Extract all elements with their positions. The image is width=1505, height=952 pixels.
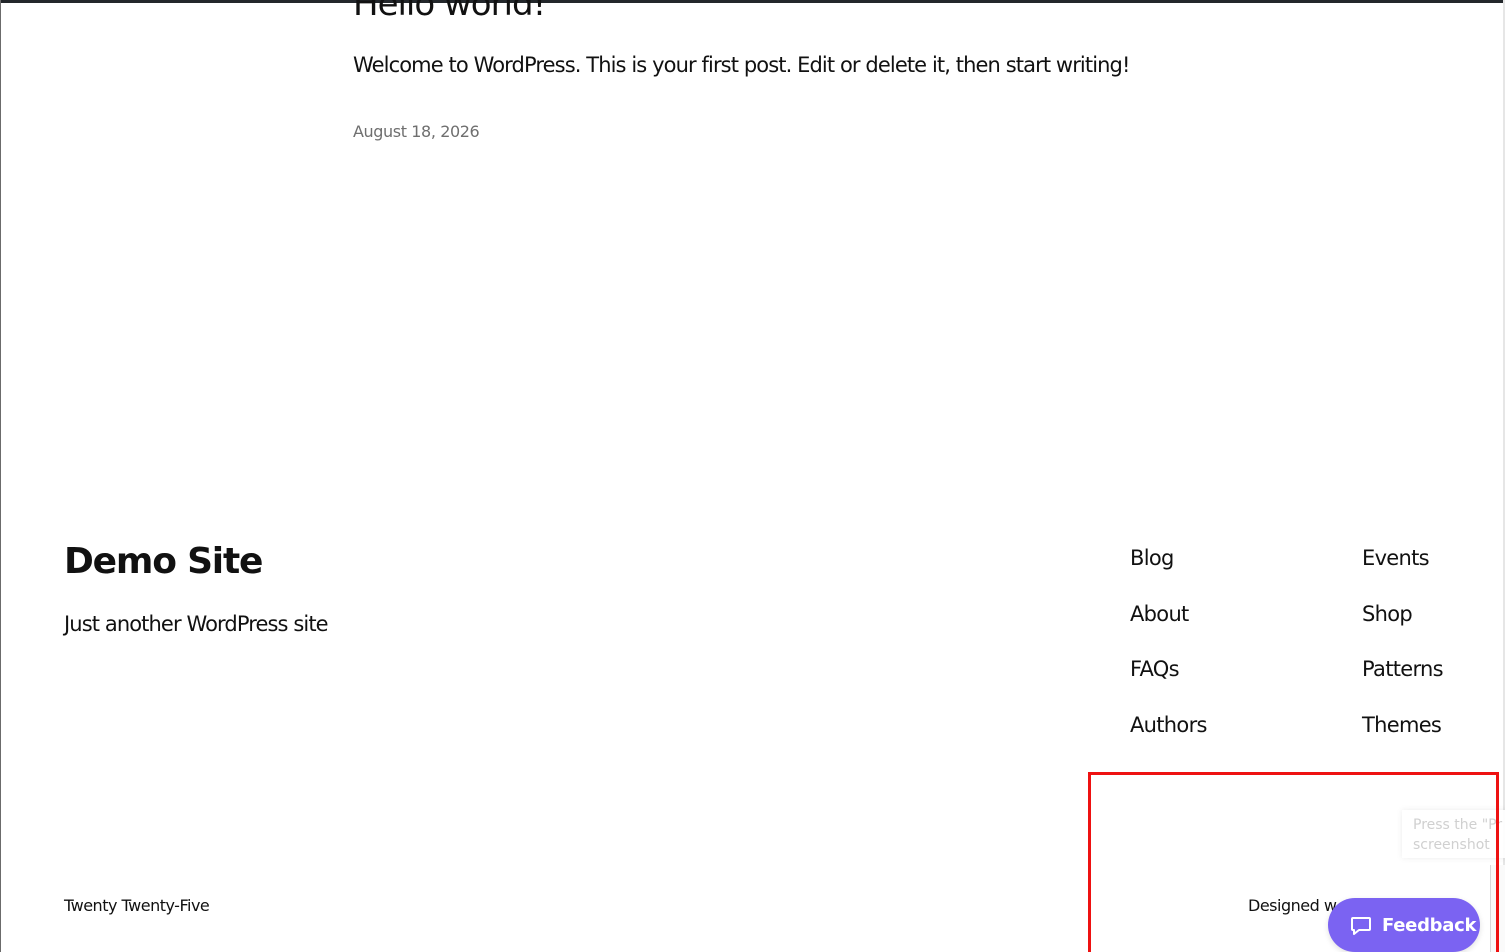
feedback-button[interactable]: Feedback (1328, 898, 1480, 952)
footer-nav-themes[interactable]: Themes (1362, 708, 1443, 764)
window-left-edge (0, 0, 1, 952)
post-excerpt: Welcome to WordPress. This is your first… (353, 53, 1130, 77)
feedback-label: Feedback (1382, 914, 1477, 936)
tooltip-line-1: Press the "Pr (1413, 817, 1503, 833)
footer-nav-patterns[interactable]: Patterns (1362, 652, 1444, 708)
post-date[interactable]: August 18, 2026 (353, 122, 480, 141)
footer-nav-column-1: Blog About FAQs Authors (1130, 541, 1207, 763)
footer-nav-blog[interactable]: Blog (1130, 541, 1207, 597)
footer-nav-faqs[interactable]: FAQs (1130, 652, 1207, 708)
theme-credit: Twenty Twenty-Five (64, 896, 210, 915)
footer-nav-authors[interactable]: Authors (1130, 708, 1207, 764)
footer-nav-column-2: Events Shop Patterns Themes (1362, 541, 1444, 764)
side-panel-stub (1490, 865, 1505, 952)
post-title[interactable]: Hello world! (353, 0, 546, 24)
screenshot-tooltip: Press the "Pr screenshot (1402, 810, 1505, 858)
footer-nav-events[interactable]: Events (1362, 541, 1443, 597)
footer-tagline: Just another WordPress site (64, 612, 329, 636)
tooltip-line-2: screenshot (1413, 837, 1490, 853)
browser-top-edge (0, 0, 1505, 3)
designed-credit[interactable]: Designed w (1248, 896, 1337, 915)
footer-nav-about[interactable]: About (1130, 597, 1207, 653)
footer-nav-shop[interactable]: Shop (1362, 597, 1443, 653)
chat-bubble-icon (1350, 914, 1372, 936)
footer-site-title[interactable]: Demo Site (64, 541, 263, 582)
